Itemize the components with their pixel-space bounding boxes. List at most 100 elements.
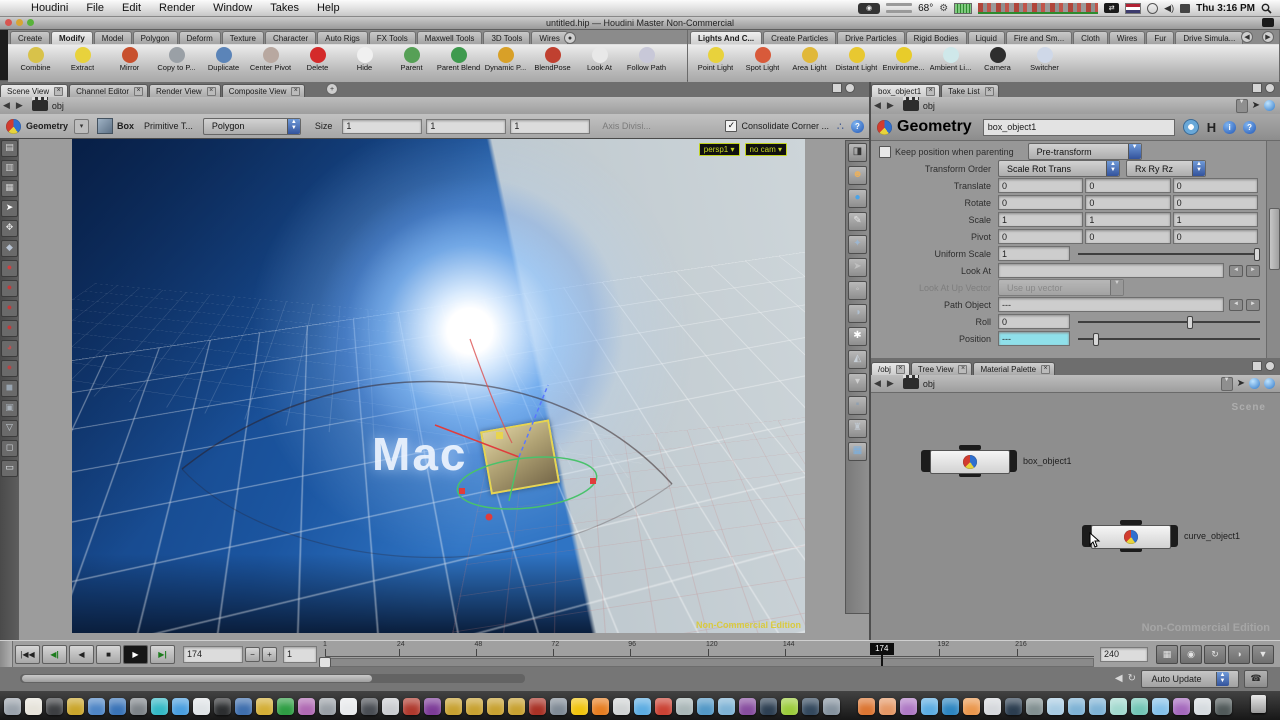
menu-item[interactable]: Edit <box>113 2 150 14</box>
shelf-tool[interactable]: Switcher <box>1021 47 1068 72</box>
shelf-tool[interactable]: Copy to P... <box>153 47 200 72</box>
node-name-field[interactable]: box_object1 <box>983 119 1175 136</box>
tool-icon[interactable]: ● <box>848 189 867 208</box>
tool-icon[interactable]: ▤ <box>1 140 18 157</box>
dock-app-icon[interactable] <box>4 698 21 715</box>
frame-ruler[interactable]: 124487296120144192216 174 <box>325 641 1094 667</box>
dock-app-icon[interactable] <box>466 698 483 715</box>
tool-icon[interactable]: ◼ <box>1 380 18 397</box>
tool-icon[interactable]: ● <box>1 360 18 377</box>
tool-icon[interactable]: ● <box>1 280 18 297</box>
tool-icon[interactable]: ▭ <box>1 460 18 477</box>
path-forward-icon[interactable]: ▶ <box>16 100 23 111</box>
path-back-icon[interactable]: ◀ <box>3 100 10 111</box>
timeline-option-icon[interactable]: ◉ <box>1180 645 1202 664</box>
tool-icon[interactable]: ▣ <box>1 400 18 417</box>
dock-app-icon[interactable] <box>1131 698 1148 715</box>
size-x-field[interactable]: 1 <box>342 119 422 134</box>
shelf-tab[interactable]: Create Particles <box>763 31 836 44</box>
cpu-history-graph-icon[interactable] <box>978 3 1098 14</box>
current-frame-field[interactable]: 174 <box>183 646 243 663</box>
horizontal-scrollbar[interactable] <box>20 674 525 683</box>
shelf-tab[interactable]: Liquid <box>968 31 1005 44</box>
shelf-tool[interactable]: Mirror <box>106 47 153 72</box>
keep-position-checkbox[interactable]: . <box>879 146 891 158</box>
dock-app-icon[interactable] <box>361 698 378 715</box>
viewport-camera-menu[interactable]: persp1 ▾ <box>699 143 740 156</box>
consolidate-checkbox[interactable]: ✓ <box>725 120 737 132</box>
look-at-field[interactable] <box>998 263 1224 278</box>
dock-app-icon[interactable] <box>963 698 980 715</box>
undo-icon[interactable]: ◀ <box>1115 673 1123 684</box>
dock-app-icon[interactable] <box>382 698 399 715</box>
dock-app-icon[interactable] <box>403 698 420 715</box>
shelf-tool[interactable]: Parent <box>388 47 435 72</box>
dock-app-icon[interactable] <box>46 698 63 715</box>
shelf-tab[interactable]: Texture <box>222 31 264 44</box>
shelf-tool[interactable]: Environme... <box>880 47 927 72</box>
shelf-tool[interactable]: Point Light <box>692 47 739 72</box>
pane-tab[interactable]: Tree View <box>911 362 973 375</box>
path-forward-icon[interactable]: ▶ <box>887 100 894 111</box>
menu-item[interactable]: Render <box>150 2 204 14</box>
network-path[interactable]: obj <box>923 379 935 389</box>
pin-icon[interactable]: ➤ <box>1252 100 1260 111</box>
transform-order-select[interactable]: Scale Rot Trans ▲▼ <box>998 160 1120 177</box>
volume-icon[interactable]: ◀) <box>1164 3 1174 14</box>
pane-tab[interactable]: box_object1 <box>871 84 940 97</box>
menu-item[interactable]: Window <box>204 2 261 14</box>
dock-app-icon[interactable] <box>235 698 252 715</box>
parm-y-field[interactable]: 0 <box>1085 178 1170 193</box>
shelf-tool[interactable]: Distant Light <box>833 47 880 72</box>
path-dropdown-icon[interactable]: ▼ <box>1236 99 1248 113</box>
playback-button[interactable]: ■ <box>96 645 121 664</box>
pane-menu-icon[interactable] <box>1265 361 1275 371</box>
shelf-tool[interactable]: BlendPose <box>529 47 576 72</box>
shelf-tool[interactable]: Look At <box>576 47 623 72</box>
pretransform-menu[interactable]: Pre-transform ▼ <box>1028 143 1142 160</box>
shelf-tool[interactable]: Center Pivot <box>247 47 294 72</box>
parm-y-field[interactable]: 0 <box>1085 195 1170 210</box>
roll-field[interactable]: 0 <box>998 314 1070 329</box>
pane-maximize-icon[interactable] <box>832 83 842 93</box>
parm-z-field[interactable]: 0 <box>1173 178 1258 193</box>
dock-app-icon[interactable] <box>340 698 357 715</box>
frame-increment-button[interactable]: + <box>262 647 277 662</box>
path-dropdown-icon[interactable]: ▼ <box>1221 377 1233 391</box>
bluetooth-icon[interactable] <box>1147 3 1158 14</box>
node-box-object1[interactable]: box_object1 <box>921 448 1072 474</box>
tool-icon[interactable]: ➤ <box>1 200 18 217</box>
refresh-icon[interactable]: ↻ <box>1128 673 1136 684</box>
shelf-tab[interactable]: Deform <box>179 31 221 44</box>
shelf-tool[interactable]: Extract <box>59 47 106 72</box>
shelf-tool[interactable]: Dynamic P... <box>482 47 529 72</box>
menu-item[interactable]: Houdini <box>22 2 77 14</box>
parm-z-field[interactable]: 0 <box>1173 229 1258 244</box>
pane-tab[interactable]: Material Palette <box>973 362 1055 375</box>
pane-tab[interactable]: Composite View <box>222 84 306 97</box>
node-curve-object1[interactable]: curve_object1 <box>1082 523 1240 549</box>
range-end-field[interactable]: 240 <box>1100 647 1148 662</box>
memory-status-icon[interactable]: ☎ <box>1244 670 1268 688</box>
shelf-tab[interactable]: Model <box>94 31 132 44</box>
shelf-tab[interactable]: Fire and Sm... <box>1006 31 1072 44</box>
shelf-tab[interactable]: Create <box>10 31 50 44</box>
new-pane-tab-button[interactable]: + <box>326 83 338 95</box>
dock-app-icon[interactable] <box>1026 698 1043 715</box>
playback-button[interactable]: ◀ <box>69 645 94 664</box>
scroll-thumb[interactable] <box>22 675 372 682</box>
size-z-field[interactable]: 1 <box>510 119 590 134</box>
op-chooser-icon[interactable]: ◄ <box>1229 299 1243 311</box>
current-frame-marker[interactable]: 174 <box>870 643 894 655</box>
frame-decrement-button[interactable]: − <box>245 647 260 662</box>
network-type-icon[interactable] <box>32 100 48 111</box>
dropdown-stepper-icon[interactable]: ▲▼ <box>287 119 300 134</box>
tool-icon[interactable]: ▽ <box>1 420 18 437</box>
dock-app-icon[interactable] <box>858 698 875 715</box>
parm-z-field[interactable]: 0 <box>1173 195 1258 210</box>
dock-app-icon[interactable] <box>1005 698 1022 715</box>
tool-icon[interactable]: ▪ <box>848 396 867 415</box>
path-forward-icon[interactable]: ▶ <box>887 378 894 389</box>
tool-icon[interactable]: ▦ <box>848 442 867 461</box>
timeline-option-icon[interactable]: ▦ <box>1156 645 1178 664</box>
